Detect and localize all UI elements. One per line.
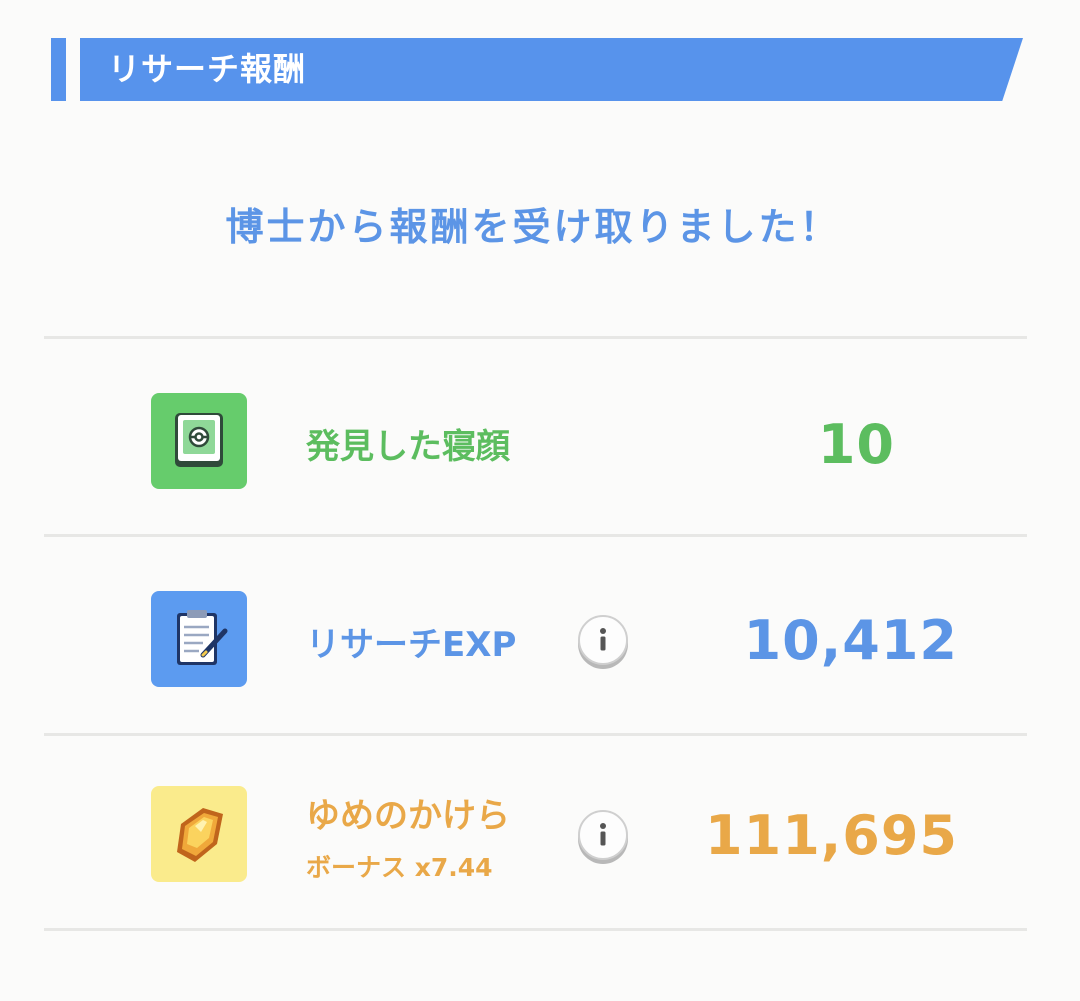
research-clipboard-icon — [151, 591, 247, 687]
reward-message: 博士から報酬を受け取りました！ — [225, 205, 841, 249]
reward-row-research-exp: リサーチEXP 10,412 — [44, 537, 1027, 732]
reward-label: ゆめのかけら — [306, 796, 510, 836]
header-title: リサーチ報酬 — [108, 50, 307, 88]
info-button[interactable] — [578, 810, 628, 860]
info-icon — [600, 823, 606, 846]
info-button[interactable] — [578, 615, 628, 665]
header-accent-stripe — [51, 38, 66, 101]
research-reward-screen: リサーチ報酬 博士から報酬を受け取りました！ 発見した寝顔 10 リサーチEXP… — [0, 0, 1080, 1001]
reward-value: 111,695 — [705, 804, 958, 867]
reward-row-dream-shards: ゆめのかけら ボーナス x7.44 111,695 — [44, 736, 1027, 931]
reward-label: リサーチEXP — [306, 625, 517, 665]
info-icon — [600, 628, 606, 651]
reward-value: 10,412 — [743, 609, 958, 672]
reward-value: 10 — [817, 413, 895, 476]
dream-shard-icon — [151, 786, 247, 882]
sleep-style-book-icon — [151, 393, 247, 489]
reward-row-sleep-styles: 発見した寝顔 10 — [44, 339, 1027, 534]
reward-label: 発見した寝顔 — [306, 427, 510, 467]
bonus-multiplier: ボーナス x7.44 — [306, 853, 493, 882]
